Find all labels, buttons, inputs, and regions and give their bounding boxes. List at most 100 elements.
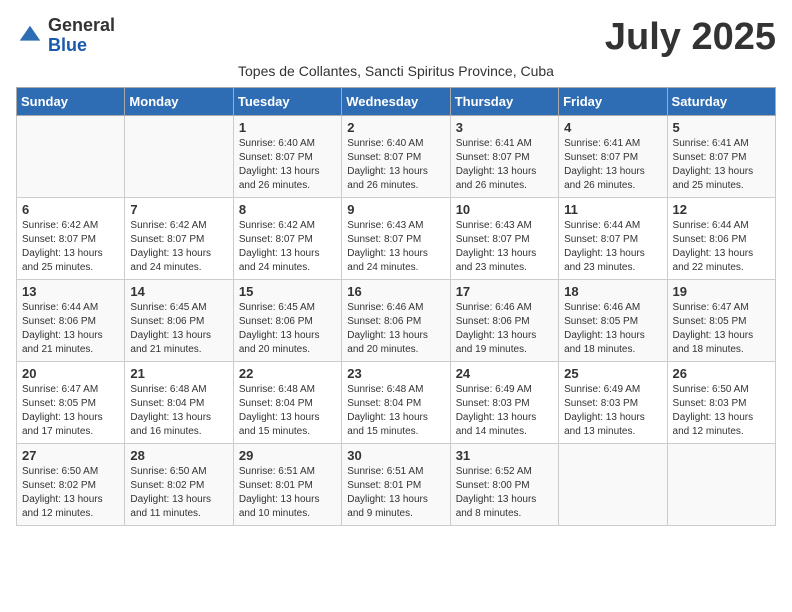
day-info: Sunrise: 6:41 AMSunset: 8:07 PMDaylight:… bbox=[673, 138, 754, 191]
day-number: 30 bbox=[347, 448, 444, 463]
day-info: Sunrise: 6:41 AMSunset: 8:07 PMDaylight:… bbox=[456, 138, 537, 191]
header-sunday: Sunday bbox=[17, 88, 125, 116]
day-number: 2 bbox=[347, 120, 444, 135]
calendar-cell: 28 Sunrise: 6:50 AMSunset: 8:02 PMDayligh… bbox=[125, 444, 233, 526]
day-info: Sunrise: 6:45 AMSunset: 8:06 PMDaylight:… bbox=[239, 302, 320, 355]
calendar-cell: 7 Sunrise: 6:42 AMSunset: 8:07 PMDaylight… bbox=[125, 198, 233, 280]
calendar-cell: 12 Sunrise: 6:44 AMSunset: 8:06 PMDayligh… bbox=[667, 198, 775, 280]
calendar-cell: 17 Sunrise: 6:46 AMSunset: 8:06 PMDayligh… bbox=[450, 280, 558, 362]
day-info: Sunrise: 6:44 AMSunset: 8:06 PMDaylight:… bbox=[22, 302, 103, 355]
day-number: 6 bbox=[22, 202, 119, 217]
calendar-cell: 6 Sunrise: 6:42 AMSunset: 8:07 PMDaylight… bbox=[17, 198, 125, 280]
day-number: 24 bbox=[456, 366, 553, 381]
day-number: 16 bbox=[347, 284, 444, 299]
calendar-cell: 10Sunrise: 6:43 AMSunset: 8:07 PMDayligh… bbox=[450, 198, 558, 280]
day-info: Sunrise: 6:46 AMSunset: 8:06 PMDaylight:… bbox=[456, 302, 537, 355]
day-info: Sunrise: 6:50 AMSunset: 8:02 PMDaylight:… bbox=[22, 466, 103, 519]
day-number: 4 bbox=[564, 120, 661, 135]
day-info: Sunrise: 6:46 AMSunset: 8:06 PMDaylight:… bbox=[347, 302, 428, 355]
header-saturday: Saturday bbox=[667, 88, 775, 116]
calendar-cell bbox=[559, 444, 667, 526]
header-monday: Monday bbox=[125, 88, 233, 116]
day-info: Sunrise: 6:50 AMSunset: 8:03 PMDaylight:… bbox=[673, 384, 754, 437]
day-info: Sunrise: 6:46 AMSunset: 8:05 PMDaylight:… bbox=[564, 302, 645, 355]
calendar-cell: 26 Sunrise: 6:50 AMSunset: 8:03 PMDayligh… bbox=[667, 362, 775, 444]
day-info: Sunrise: 6:44 AMSunset: 8:07 PMDaylight:… bbox=[564, 220, 645, 273]
day-number: 11 bbox=[564, 202, 661, 217]
day-number: 8 bbox=[239, 202, 336, 217]
day-number: 27 bbox=[22, 448, 119, 463]
day-info: Sunrise: 6:42 AMSunset: 8:07 PMDaylight:… bbox=[22, 220, 103, 273]
day-number: 23 bbox=[347, 366, 444, 381]
header-row: Sunday Monday Tuesday Wednesday Thursday… bbox=[17, 88, 776, 116]
day-info: Sunrise: 6:47 AMSunset: 8:05 PMDaylight:… bbox=[673, 302, 754, 355]
day-info: Sunrise: 6:48 AMSunset: 8:04 PMDaylight:… bbox=[239, 384, 320, 437]
logo-general-text: General bbox=[48, 16, 115, 36]
calendar-cell: 15 Sunrise: 6:45 AMSunset: 8:06 PMDayligh… bbox=[233, 280, 341, 362]
day-info: Sunrise: 6:43 AMSunset: 8:07 PMDaylight:… bbox=[456, 220, 537, 273]
logo: General Blue bbox=[16, 16, 115, 56]
header-friday: Friday bbox=[559, 88, 667, 116]
calendar-cell bbox=[125, 116, 233, 198]
day-info: Sunrise: 6:40 AMSunset: 8:07 PMDaylight:… bbox=[347, 138, 428, 191]
day-info: Sunrise: 6:48 AMSunset: 8:04 PMDaylight:… bbox=[130, 384, 211, 437]
day-info: Sunrise: 6:44 AMSunset: 8:06 PMDaylight:… bbox=[673, 220, 754, 273]
calendar-week-5: 27 Sunrise: 6:50 AMSunset: 8:02 PMDayligh… bbox=[17, 444, 776, 526]
calendar-cell: 14 Sunrise: 6:45 AMSunset: 8:06 PMDayligh… bbox=[125, 280, 233, 362]
calendar-cell: 4Sunrise: 6:41 AMSunset: 8:07 PMDaylight… bbox=[559, 116, 667, 198]
calendar-week-4: 20Sunrise: 6:47 AMSunset: 8:05 PMDayligh… bbox=[17, 362, 776, 444]
calendar-cell: 23Sunrise: 6:48 AMSunset: 8:04 PMDayligh… bbox=[342, 362, 450, 444]
calendar-cell: 30 Sunrise: 6:51 AMSunset: 8:01 PMDayligh… bbox=[342, 444, 450, 526]
day-info: Sunrise: 6:51 AMSunset: 8:01 PMDaylight:… bbox=[347, 466, 428, 519]
day-number: 17 bbox=[456, 284, 553, 299]
calendar-cell: 31 Sunrise: 6:52 AMSunset: 8:00 PMDayligh… bbox=[450, 444, 558, 526]
calendar-cell: 27 Sunrise: 6:50 AMSunset: 8:02 PMDayligh… bbox=[17, 444, 125, 526]
day-info: Sunrise: 6:43 AMSunset: 8:07 PMDaylight:… bbox=[347, 220, 428, 273]
day-info: Sunrise: 6:42 AMSunset: 8:07 PMDaylight:… bbox=[130, 220, 211, 273]
calendar-week-3: 13Sunrise: 6:44 AMSunset: 8:06 PMDayligh… bbox=[17, 280, 776, 362]
day-info: Sunrise: 6:50 AMSunset: 8:02 PMDaylight:… bbox=[130, 466, 211, 519]
day-number: 20 bbox=[22, 366, 119, 381]
day-number: 1 bbox=[239, 120, 336, 135]
day-number: 31 bbox=[456, 448, 553, 463]
day-info: Sunrise: 6:45 AMSunset: 8:06 PMDaylight:… bbox=[130, 302, 211, 355]
day-number: 15 bbox=[239, 284, 336, 299]
day-number: 25 bbox=[564, 366, 661, 381]
calendar-cell: 20Sunrise: 6:47 AMSunset: 8:05 PMDayligh… bbox=[17, 362, 125, 444]
logo-text: General Blue bbox=[48, 16, 115, 56]
day-number: 9 bbox=[347, 202, 444, 217]
calendar-cell: 9 Sunrise: 6:43 AMSunset: 8:07 PMDaylight… bbox=[342, 198, 450, 280]
logo-blue-text: Blue bbox=[48, 36, 115, 56]
calendar-week-2: 6 Sunrise: 6:42 AMSunset: 8:07 PMDaylight… bbox=[17, 198, 776, 280]
calendar-cell: 18 Sunrise: 6:46 AMSunset: 8:05 PMDayligh… bbox=[559, 280, 667, 362]
calendar-cell: 2 Sunrise: 6:40 AMSunset: 8:07 PMDaylight… bbox=[342, 116, 450, 198]
calendar-cell: 16 Sunrise: 6:46 AMSunset: 8:06 PMDayligh… bbox=[342, 280, 450, 362]
calendar-cell: 25Sunrise: 6:49 AMSunset: 8:03 PMDayligh… bbox=[559, 362, 667, 444]
calendar-cell: 8 Sunrise: 6:42 AMSunset: 8:07 PMDaylight… bbox=[233, 198, 341, 280]
day-number: 29 bbox=[239, 448, 336, 463]
day-number: 26 bbox=[673, 366, 770, 381]
day-info: Sunrise: 6:51 AMSunset: 8:01 PMDaylight:… bbox=[239, 466, 320, 519]
day-info: Sunrise: 6:49 AMSunset: 8:03 PMDaylight:… bbox=[456, 384, 537, 437]
day-number: 7 bbox=[130, 202, 227, 217]
day-number: 12 bbox=[673, 202, 770, 217]
calendar-cell: 22Sunrise: 6:48 AMSunset: 8:04 PMDayligh… bbox=[233, 362, 341, 444]
day-number: 28 bbox=[130, 448, 227, 463]
calendar-cell: 11 Sunrise: 6:44 AMSunset: 8:07 PMDayligh… bbox=[559, 198, 667, 280]
subtitle: Topes de Collantes, Sancti Spiritus Prov… bbox=[16, 63, 776, 79]
calendar-cell: 19 Sunrise: 6:47 AMSunset: 8:05 PMDayligh… bbox=[667, 280, 775, 362]
calendar-cell: 24 Sunrise: 6:49 AMSunset: 8:03 PMDayligh… bbox=[450, 362, 558, 444]
day-number: 19 bbox=[673, 284, 770, 299]
calendar-cell: 13Sunrise: 6:44 AMSunset: 8:06 PMDayligh… bbox=[17, 280, 125, 362]
calendar-cell: 29 Sunrise: 6:51 AMSunset: 8:01 PMDayligh… bbox=[233, 444, 341, 526]
day-info: Sunrise: 6:42 AMSunset: 8:07 PMDaylight:… bbox=[239, 220, 320, 273]
calendar-week-1: 1 Sunrise: 6:40 AMSunset: 8:07 PMDaylight… bbox=[17, 116, 776, 198]
day-number: 18 bbox=[564, 284, 661, 299]
day-number: 3 bbox=[456, 120, 553, 135]
day-number: 5 bbox=[673, 120, 770, 135]
day-number: 14 bbox=[130, 284, 227, 299]
logo-icon bbox=[16, 22, 44, 50]
header-thursday: Thursday bbox=[450, 88, 558, 116]
day-info: Sunrise: 6:52 AMSunset: 8:00 PMDaylight:… bbox=[456, 466, 537, 519]
calendar-cell: 5 Sunrise: 6:41 AMSunset: 8:07 PMDaylight… bbox=[667, 116, 775, 198]
